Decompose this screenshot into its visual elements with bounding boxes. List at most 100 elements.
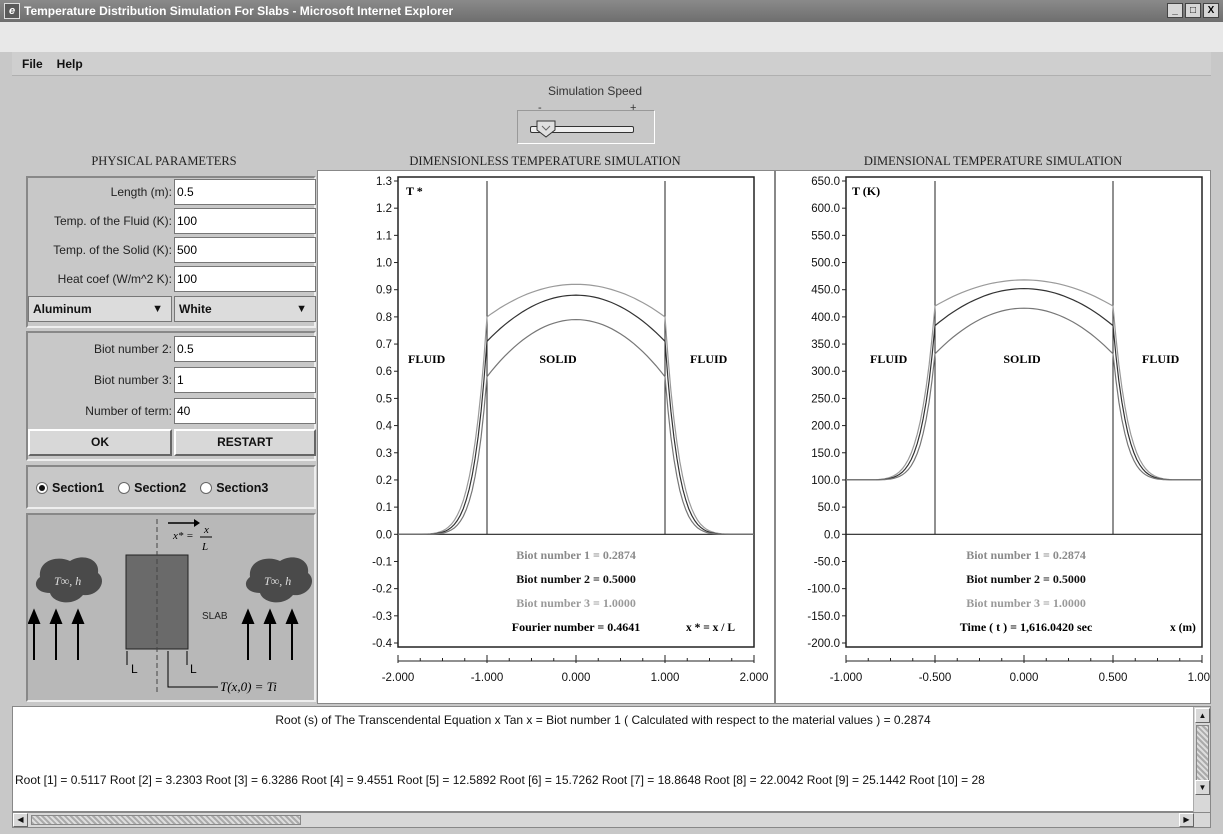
heat-coef-row: Heat coef (W/m^2 K): — [28, 265, 316, 294]
y-tick-label: -0.1 — [372, 556, 392, 568]
speed-slider-thumb[interactable] — [536, 120, 556, 138]
length-input[interactable] — [174, 179, 316, 205]
slab-diagram: T∞, h T∞, h x* = x L SLAB L L T(x,0) = T… — [27, 519, 313, 694]
roots-text-area[interactable]: Root (s) of The Transcendental Equation … — [12, 706, 1211, 813]
y-tick-label: 0.1 — [376, 502, 392, 514]
biot1-text: Biot number 1 = 0.2874 — [516, 548, 636, 562]
xstar-eq: x* = — [172, 530, 194, 542]
terms-input[interactable] — [174, 398, 316, 424]
biot2-text: Biot number 2 = 0.5000 — [516, 572, 636, 586]
x-tick-label: 1.000 — [1188, 672, 1210, 684]
y-tick-label: 350.0 — [811, 339, 840, 351]
solid-label: SOLID — [539, 352, 577, 366]
y-tick-label: 1.2 — [376, 203, 392, 215]
fluid-temp-input[interactable] — [174, 208, 316, 234]
section3-label: Section3 — [216, 481, 269, 495]
x-tick-label: -0.500 — [919, 672, 952, 684]
roots-values-line: Root [1] = 0.5117 Root [2] = 3.2303 Root… — [15, 773, 985, 787]
x-tick-label: -1.000 — [830, 672, 863, 684]
vertical-scrollbar[interactable]: ▲ ▼ — [1193, 707, 1210, 813]
heat-arrows-left-icon — [27, 608, 85, 660]
fluid-left-label: FLUID — [408, 352, 446, 366]
y-tick-label: 400.0 — [811, 312, 840, 324]
window-titlebar: e Temperature Distribution Simulation Fo… — [0, 0, 1223, 22]
length-label: Length (m): — [110, 185, 172, 199]
x-tick-label: -1.000 — [471, 672, 504, 684]
radio-unchecked-icon — [118, 482, 131, 494]
dimensionless-sim-title: DIMENSIONLESS TEMPERATURE SIMULATION — [409, 154, 681, 168]
section3-radio[interactable]: Section3 — [200, 481, 268, 495]
ie-icon: e — [4, 3, 20, 19]
horizontal-scrollbar[interactable]: ◀ ▶ — [12, 812, 1211, 828]
fourier-number-text: Fourier number = 0.4641 — [512, 620, 640, 634]
y-tick-label: -100.0 — [807, 584, 840, 596]
window-title: Temperature Distribution Simulation For … — [24, 4, 454, 18]
biot2-row: Biot number 2: — [28, 335, 316, 364]
section1-radio[interactable]: Section1 — [36, 481, 104, 495]
slab-diagram-panel: T∞, h T∞, h x* = x L SLAB L L T(x,0) = T… — [26, 513, 316, 702]
y-tick-label: 1.0 — [376, 258, 392, 270]
y-tick-label: -0.2 — [372, 584, 392, 596]
color-select[interactable]: White ▼ — [174, 296, 316, 322]
y-axis-label: T (K) — [852, 184, 880, 198]
scroll-left-icon[interactable]: ◀ — [13, 813, 28, 827]
terms-row: Number of term: — [28, 397, 316, 426]
y-tick-label: 0.8 — [376, 312, 392, 324]
section2-label: Section2 — [134, 481, 187, 495]
biot2-text: Biot number 2 = 0.5000 — [966, 572, 1086, 586]
material-select[interactable]: Aluminum ▼ — [28, 296, 172, 322]
y-tick-label: 650.0 — [811, 176, 840, 188]
y-tick-label: 200.0 — [811, 421, 840, 433]
applet-area: Simulation Speed - + PHYSICAL PARAMETERS… — [12, 76, 1216, 704]
dimensional-chart-panel: 650.0 600.0 550.0 500.0 450.0 400.0 350.0 300.0… — [775, 170, 1216, 704]
fluid-right-label: FLUID — [690, 352, 728, 366]
y-tick-label: 0.5 — [376, 393, 392, 405]
scroll-down-icon[interactable]: ▼ — [1195, 780, 1210, 795]
section2-radio[interactable]: Section2 — [118, 481, 186, 495]
heat-coef-input[interactable] — [174, 266, 316, 292]
biot3-row: Biot number 3: — [28, 366, 316, 395]
scroll-right-icon[interactable]: ▶ — [1179, 813, 1194, 827]
temperature-curve-1 — [398, 283, 754, 535]
solid-label: SOLID — [1003, 352, 1041, 366]
fluid-temp-label: Temp. of the Fluid (K): — [53, 214, 172, 228]
xstar-num: x — [203, 524, 209, 536]
fluid-right-label: FLUID — [1142, 352, 1180, 366]
temperature-curve-3 — [846, 307, 1202, 481]
scroll-thumb[interactable] — [1196, 725, 1209, 785]
y-tick-label: 0.7 — [376, 339, 392, 351]
dimensionless-chart-panel: 1.3 1.2 1.1 1.0 0.9 0.8 0.7 0.6 0.5 0.4 0.3 0.2 0.1 0… — [317, 170, 775, 704]
fluid-label-left: T∞, h — [54, 574, 81, 588]
x-tick-label: 0.000 — [562, 672, 591, 684]
chevron-down-icon: ▼ — [152, 303, 163, 315]
y-axis-label: T * — [406, 184, 423, 198]
biot2-label: Biot number 2: — [93, 342, 172, 356]
biot2-input[interactable] — [174, 336, 316, 362]
y-tick-label: 0.9 — [376, 285, 392, 297]
restart-button[interactable]: RESTART — [174, 429, 316, 456]
dimensional-sim-title: DIMENSIONAL TEMPERATURE SIMULATION — [863, 154, 1123, 168]
y-tick-label: 100.0 — [811, 475, 840, 487]
ok-button[interactable]: OK — [28, 429, 172, 456]
biot3-input[interactable] — [174, 367, 316, 393]
menu-file[interactable]: File — [22, 57, 43, 71]
menu-help[interactable]: Help — [57, 57, 83, 71]
xstar-den: L — [201, 541, 208, 553]
scroll-up-icon[interactable]: ▲ — [1195, 708, 1210, 723]
y-tick-label: 450.0 — [811, 285, 840, 297]
biot3-text: Biot number 3 = 1.0000 — [516, 596, 636, 610]
y-tick-label: -50.0 — [814, 556, 840, 568]
y-tick-label: 550.0 — [811, 230, 840, 242]
close-button[interactable]: X — [1203, 3, 1219, 18]
solid-temp-input[interactable] — [174, 237, 316, 263]
x-tick-label: -2.000 — [382, 672, 415, 684]
hscroll-thumb[interactable] — [31, 815, 301, 825]
y-tick-label: 250.0 — [811, 393, 840, 405]
window-controls: _ □ X — [1167, 3, 1219, 18]
heat-coef-label: Heat coef (W/m^2 K): — [57, 272, 172, 286]
minimize-button[interactable]: _ — [1167, 3, 1183, 18]
dimensionless-chart: 1.3 1.2 1.1 1.0 0.9 0.8 0.7 0.6 0.5 0.4 0.3 0.2 0.1 0… — [372, 176, 768, 684]
maximize-button[interactable]: □ — [1185, 3, 1201, 18]
y-tick-label: -0.4 — [372, 638, 392, 650]
temperature-curve-2 — [846, 287, 1202, 481]
